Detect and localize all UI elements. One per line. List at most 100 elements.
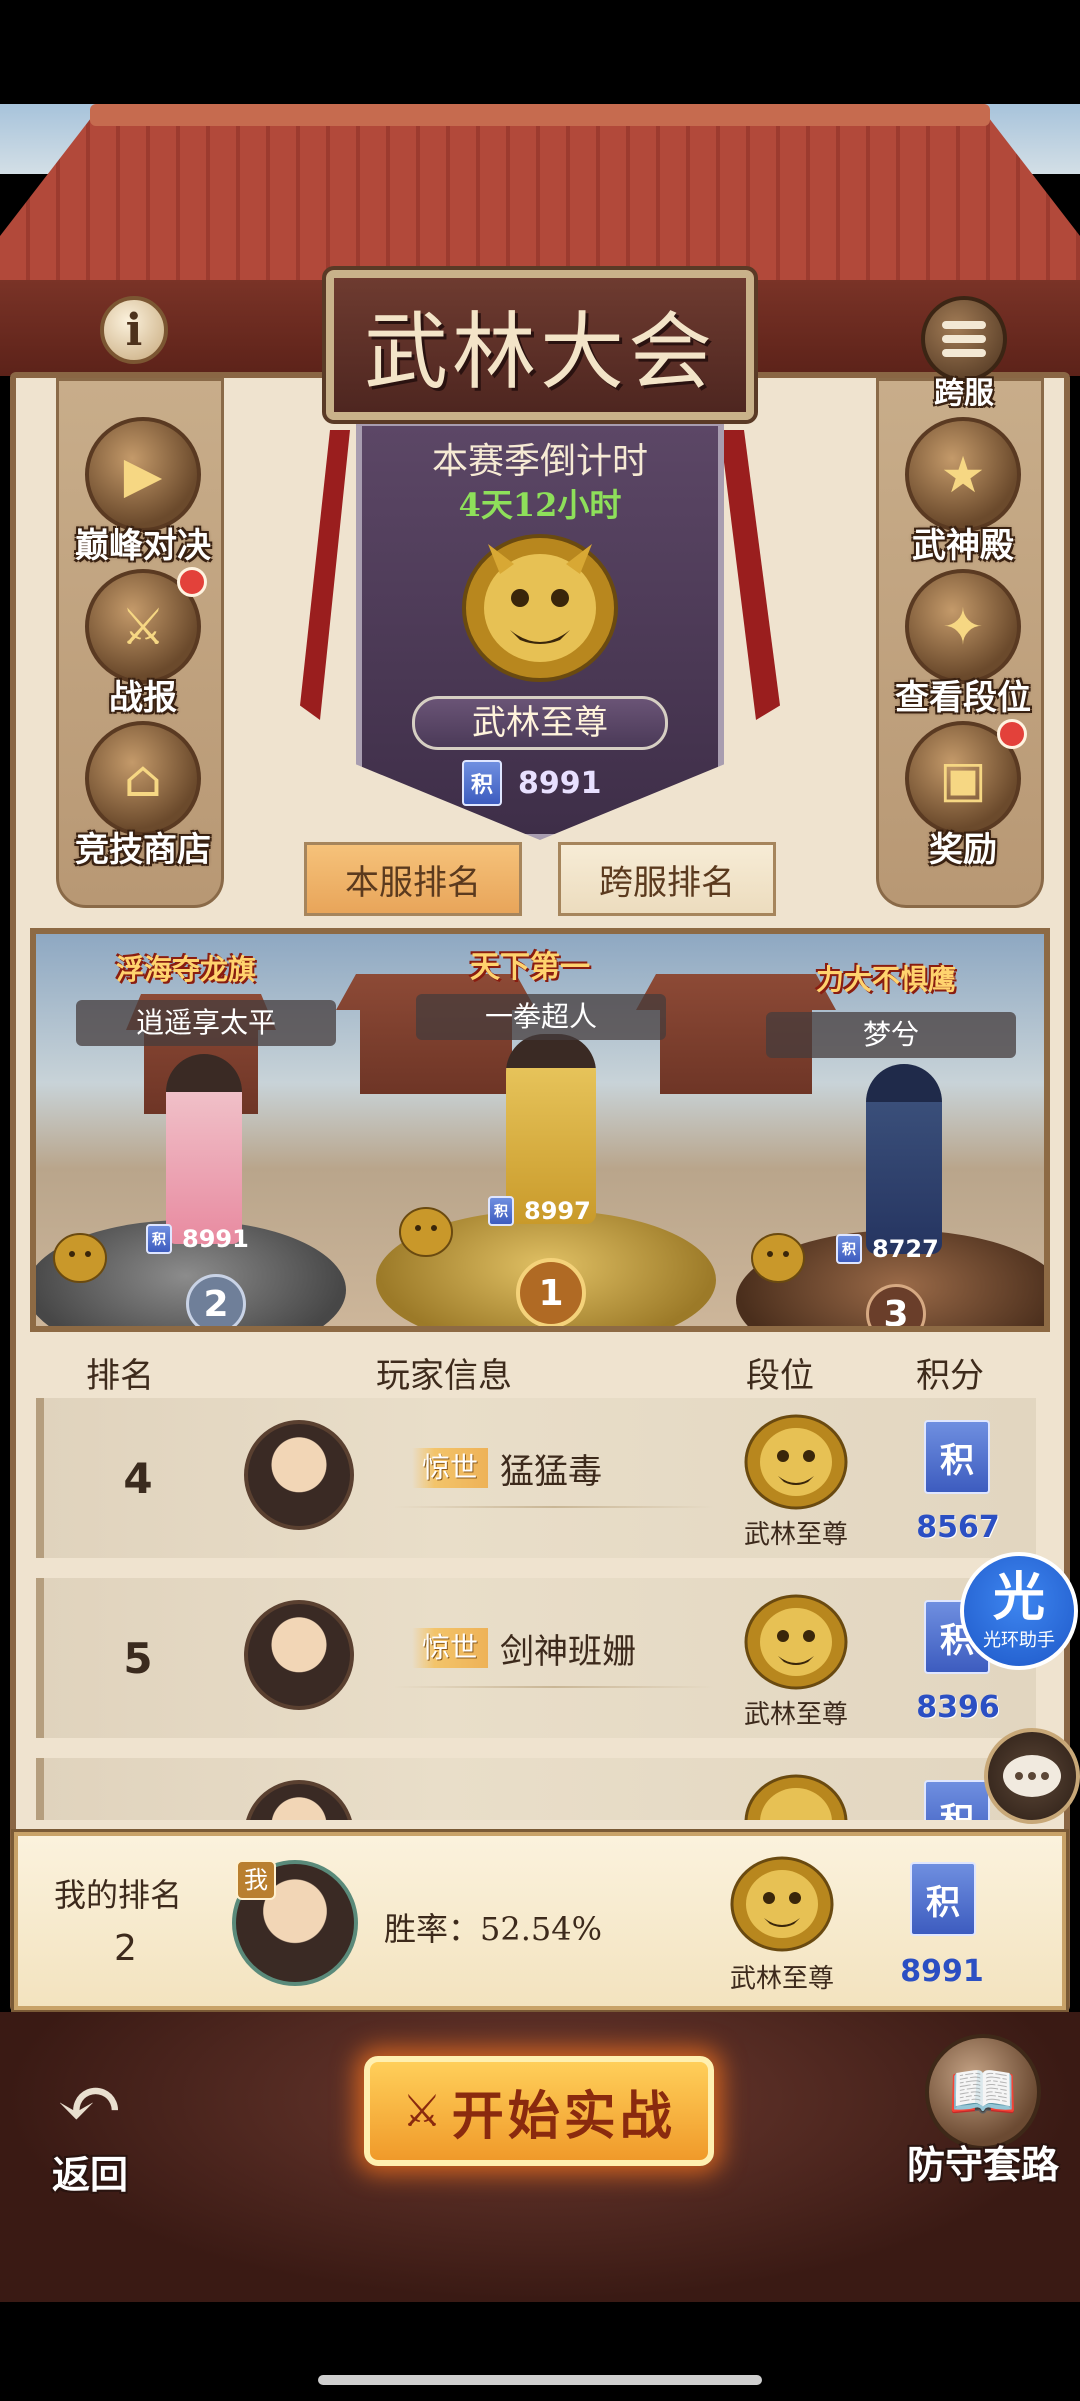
second-place-name: 逍遥享太平 (76, 1000, 336, 1046)
season-score: 积 8991 (462, 760, 602, 806)
reward-label: 奖励 (929, 830, 997, 870)
war-god-hall-label: 武神殿 (912, 526, 1014, 566)
back-arrow-icon: ↶ (56, 2057, 124, 2150)
defense-routine-label: 防守套路 (906, 2142, 1059, 2187)
season-countdown-title: 本赛季倒计时 (431, 441, 648, 482)
season-score-value: 8991 (518, 765, 602, 801)
start-battle-button[interactable]: ⚔ 开始实战 (364, 2056, 714, 2166)
place-one-badge: 1 (516, 1258, 586, 1326)
podium-scene: 浮海夺龙旗 天下第一 力大不惧鹰 逍遥享太平 一拳超人 梦兮 积 8991 积 … (30, 928, 1050, 1332)
title-plaque: 武林大会 (322, 266, 758, 424)
arena-shop-label: 竞技商店 (75, 830, 211, 870)
cross-server-button[interactable]: 跨服 (910, 296, 1018, 412)
peak-duel-button[interactable]: ▶ 巅峰对决 (59, 417, 227, 567)
first-place-name: 一拳超人 (416, 994, 666, 1040)
roof-ridge (90, 104, 990, 126)
first-place-score: 积 8997 (488, 1196, 591, 1226)
points-icon: 积 (836, 1234, 862, 1264)
points-icon: 积 (924, 1780, 990, 1820)
points-icon: 积 (462, 760, 502, 806)
rank-emblem-icon (744, 1414, 848, 1510)
my-score: 8991 (900, 1954, 984, 1989)
row-score: 8567 (916, 1510, 1000, 1545)
my-rank-value: 2 (114, 1928, 137, 1969)
third-place-score: 积 8727 (836, 1234, 939, 1264)
battle-report-button[interactable]: ⚔ 战报 (59, 567, 227, 719)
table-row[interactable]: 积 (36, 1758, 1036, 1820)
hall-icon: ★ (905, 417, 1021, 532)
season-rank-name: 武林至尊 (412, 696, 668, 750)
player-title-tag: 惊世 (412, 1448, 489, 1488)
right-menu-column: ★ 武神殿 ✦ 查看段位 ▣ 奖励 (876, 378, 1044, 908)
halo-assistant-icon: 光 (992, 1567, 1045, 1628)
rank-emblem-icon (53, 1233, 107, 1283)
second-place-title: 浮海夺龙旗 (116, 953, 257, 986)
rank-emblem-icon (462, 534, 618, 682)
row-tier: 武林至尊 (743, 1700, 848, 1730)
cross-server-label: 跨服 (934, 376, 994, 411)
rank-emblem-icon (730, 1856, 834, 1952)
first-place-title: 天下第一 (470, 950, 590, 985)
header-tier: 段位 (746, 1356, 814, 1396)
rank-emblem-icon (744, 1594, 848, 1690)
rank-emblem-icon (751, 1233, 805, 1283)
header-player-info: 玩家信息 (376, 1356, 512, 1396)
home-indicator[interactable] (318, 2375, 762, 2385)
player-name: 猛猛毒 (500, 1452, 602, 1492)
rank-emblem-icon (399, 1207, 453, 1257)
battle-report-label: 战报 (109, 678, 177, 718)
ranking-list[interactable]: 4 惊世 猛猛毒 武林至尊 积 8567 5 惊世 剑神班姗 武林至尊 积 83… (30, 1398, 1050, 1820)
roof-tiles (0, 110, 1080, 290)
arena-shop-button[interactable]: ⌂ 竞技商店 (59, 721, 227, 871)
win-rate: 胜率：52.54% (384, 1910, 603, 1948)
back-button[interactable]: ↶ 返回 (30, 2064, 150, 2199)
tier-icon: ✦ (905, 569, 1021, 684)
row-score: 8396 (916, 1690, 1000, 1725)
reward-button[interactable]: ▣ 奖励 (879, 719, 1047, 871)
notification-dot (177, 567, 207, 597)
status-bar-area (0, 0, 1080, 104)
info-button[interactable]: i (100, 296, 168, 364)
header-rank: 排名 (86, 1356, 154, 1396)
notification-dot (997, 719, 1027, 749)
avatar[interactable] (244, 1780, 354, 1820)
avatar[interactable] (244, 1600, 354, 1710)
table-row[interactable]: 5 惊世 剑神班姗 武林至尊 积 8396 (36, 1578, 1036, 1738)
row-rank: 5 (123, 1634, 153, 1683)
second-place-score: 积 8991 (146, 1224, 249, 1254)
defense-routine-button[interactable]: 📖 防守套路 (898, 2034, 1068, 2189)
crossed-swords-icon: ⚔ (402, 2085, 442, 2137)
view-tier-button[interactable]: ✦ 查看段位 (879, 569, 1047, 719)
player-title-tag: 惊世 (412, 1628, 489, 1668)
avatar[interactable] (244, 1420, 354, 1530)
left-menu-column: ▶ 巅峰对决 ⚔ 战报 ⌂ 竞技商店 (56, 378, 224, 908)
rank-emblem-icon (744, 1774, 848, 1820)
halo-assistant-label: 光环助手 (983, 1630, 1055, 1651)
third-place-name: 梦兮 (766, 1012, 1016, 1058)
fighter-second[interactable] (166, 1054, 242, 1244)
page-title: 武林大会 (363, 302, 716, 401)
player-name: 剑神班姗 (500, 1632, 636, 1672)
start-battle-label: 开始实战 (451, 2085, 676, 2147)
points-icon: 积 (910, 1862, 976, 1936)
tab-server-ranking[interactable]: 本服排名 (304, 842, 522, 916)
fighter-third[interactable] (866, 1064, 942, 1254)
row-tier: 武林至尊 (743, 1520, 848, 1550)
row-rank: 4 (123, 1454, 153, 1503)
open-book-icon: 📖 (925, 2034, 1041, 2150)
points-icon: 积 (146, 1224, 172, 1254)
halo-assistant-button[interactable]: 光 光环助手 (960, 1552, 1078, 1670)
view-tier-label: 查看段位 (895, 678, 1031, 718)
shop-icon: ⌂ (85, 721, 201, 836)
tab-cross-server-ranking[interactable]: 跨服排名 (558, 842, 776, 916)
war-god-hall-button[interactable]: ★ 武神殿 (879, 417, 1047, 567)
table-row[interactable]: 4 惊世 猛猛毒 武林至尊 积 8567 (36, 1398, 1036, 1558)
place-two-badge: 2 (186, 1274, 246, 1326)
peak-duel-label: 巅峰对决 (75, 526, 211, 566)
my-tier: 武林至尊 (729, 1964, 834, 1994)
header-score: 积分 (916, 1356, 984, 1396)
ranking-table-header: 排名 玩家信息 段位 积分 (30, 1334, 1050, 1400)
my-rank-bar: 我的排名 2 我 胜率：52.54% 武林至尊 积 8991 (11, 1829, 1069, 2013)
chat-button[interactable] (984, 1728, 1080, 1824)
info-icon: i (125, 304, 143, 356)
